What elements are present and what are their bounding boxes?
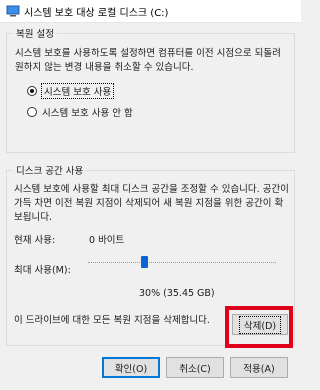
system-protection-icon: [6, 5, 20, 17]
apply-button-label: 적용(A): [243, 363, 275, 375]
window-title: 시스템 보호 대상 로컬 디스크 (C:): [24, 8, 169, 19]
title-bar: 시스템 보호 대상 로컬 디스크 (C:): [0, 0, 301, 23]
ok-button-label: 확인(O): [114, 363, 148, 375]
restore-settings-legend: 복원 설정: [13, 26, 57, 40]
disk-space-legend: 디스크 공간 사용: [13, 163, 87, 177]
enable-protection-label: 시스템 보호 사용: [40, 83, 115, 99]
delete-restore-points-text: 이 드라이브에 대한 모든 복원 지점을 삭제합니다.: [14, 315, 210, 326]
enable-protection-radio[interactable]: [27, 86, 37, 96]
slider-thumb[interactable]: [140, 256, 148, 268]
cancel-button[interactable]: 취소(C): [166, 357, 224, 378]
disable-protection-option[interactable]: 시스템 보호 사용 안 함: [27, 105, 133, 119]
restore-settings-description: 시스템 보호를 사용하도록 설정하면 컴퓨터를 이전 시점으로 되돌려 원하지 …: [15, 48, 281, 73]
max-usage-label: 최대 사용(M):: [14, 265, 71, 276]
current-usage-label: 현재 사용:: [14, 235, 56, 246]
apply-button[interactable]: 적용(A): [230, 357, 288, 378]
slider-track[interactable]: [88, 262, 276, 264]
disable-protection-label: 시스템 보호 사용 안 함: [42, 108, 133, 119]
disk-space-description: 시스템 보호에 사용할 최대 디스크 공간을 조정할 수 있습니다. 공간이 가…: [14, 184, 289, 223]
cancel-button-label: 취소(C): [179, 363, 211, 375]
max-usage-value: 30% (35.45 GB): [139, 288, 215, 299]
restore-settings-group: 복원 설정 시스템 보호를 사용하도록 설정하면 컴퓨터를 이전 시점으로 되돌…: [6, 26, 295, 153]
disable-protection-radio[interactable]: [27, 107, 37, 117]
enable-protection-option[interactable]: 시스템 보호 사용: [27, 83, 115, 99]
current-usage-value: 0 바이트: [89, 235, 125, 246]
ok-button[interactable]: 확인(O): [102, 357, 160, 378]
delete-button-highlight: [225, 306, 293, 348]
